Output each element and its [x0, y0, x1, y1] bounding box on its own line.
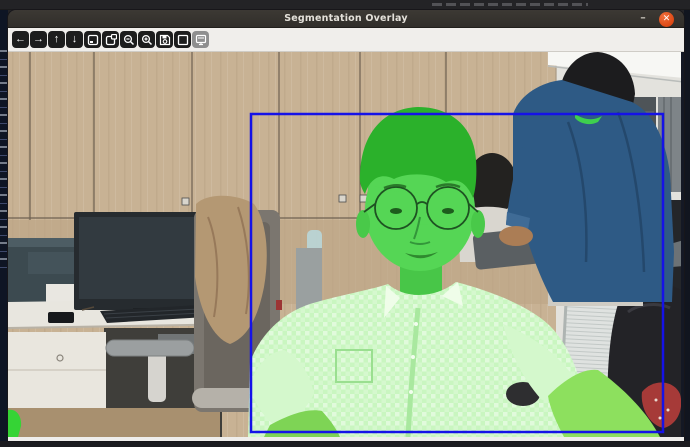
phone — [48, 312, 74, 323]
save-icon[interactable] — [156, 31, 173, 48]
window-title: Segmentation Overlay — [8, 13, 684, 24]
pan-right-icon[interactable]: → — [30, 31, 47, 48]
background-window-top — [0, 0, 690, 10]
pan-up-icon[interactable]: ↑ — [48, 31, 65, 48]
desktop: Segmentation Overlay – ✕ ← → ↑ ↓ — [0, 0, 690, 447]
close-button[interactable]: ✕ — [659, 12, 674, 27]
background-illegible-text — [432, 3, 588, 6]
window-bottom-edge — [8, 437, 684, 441]
zoom-out-icon[interactable] — [120, 31, 137, 48]
properties-window-icon[interactable] — [174, 31, 191, 48]
background-right-strip — [684, 10, 690, 447]
zoom-region-icon[interactable] — [102, 31, 119, 48]
background-terminal-strip — [0, 10, 8, 447]
segmentation-overlay-window: Segmentation Overlay – ✕ ← → ↑ ↓ — [8, 10, 684, 441]
titlebar[interactable]: Segmentation Overlay – ✕ — [8, 10, 684, 28]
zoom-in-icon[interactable] — [138, 31, 155, 48]
ear-left — [356, 210, 370, 238]
monitor — [74, 212, 206, 315]
zoom-1to1-icon[interactable] — [84, 31, 101, 48]
floor — [8, 408, 220, 437]
jacket-tag — [276, 300, 282, 310]
background-window-bottom — [0, 441, 690, 447]
display-icon[interactable] — [192, 31, 209, 48]
image-canvas[interactable] — [8, 52, 684, 437]
minimize-button[interactable]: – — [636, 11, 650, 24]
paper-stack — [46, 284, 76, 302]
drawer-unit — [8, 332, 106, 410]
toolbar: ← → ↑ ↓ — [8, 28, 684, 52]
segmentation-image — [8, 52, 684, 437]
pan-left-icon[interactable]: ← — [12, 31, 29, 48]
standing-man-hand — [499, 226, 533, 246]
pan-down-icon[interactable]: ↓ — [66, 31, 83, 48]
ear-right — [471, 210, 485, 238]
